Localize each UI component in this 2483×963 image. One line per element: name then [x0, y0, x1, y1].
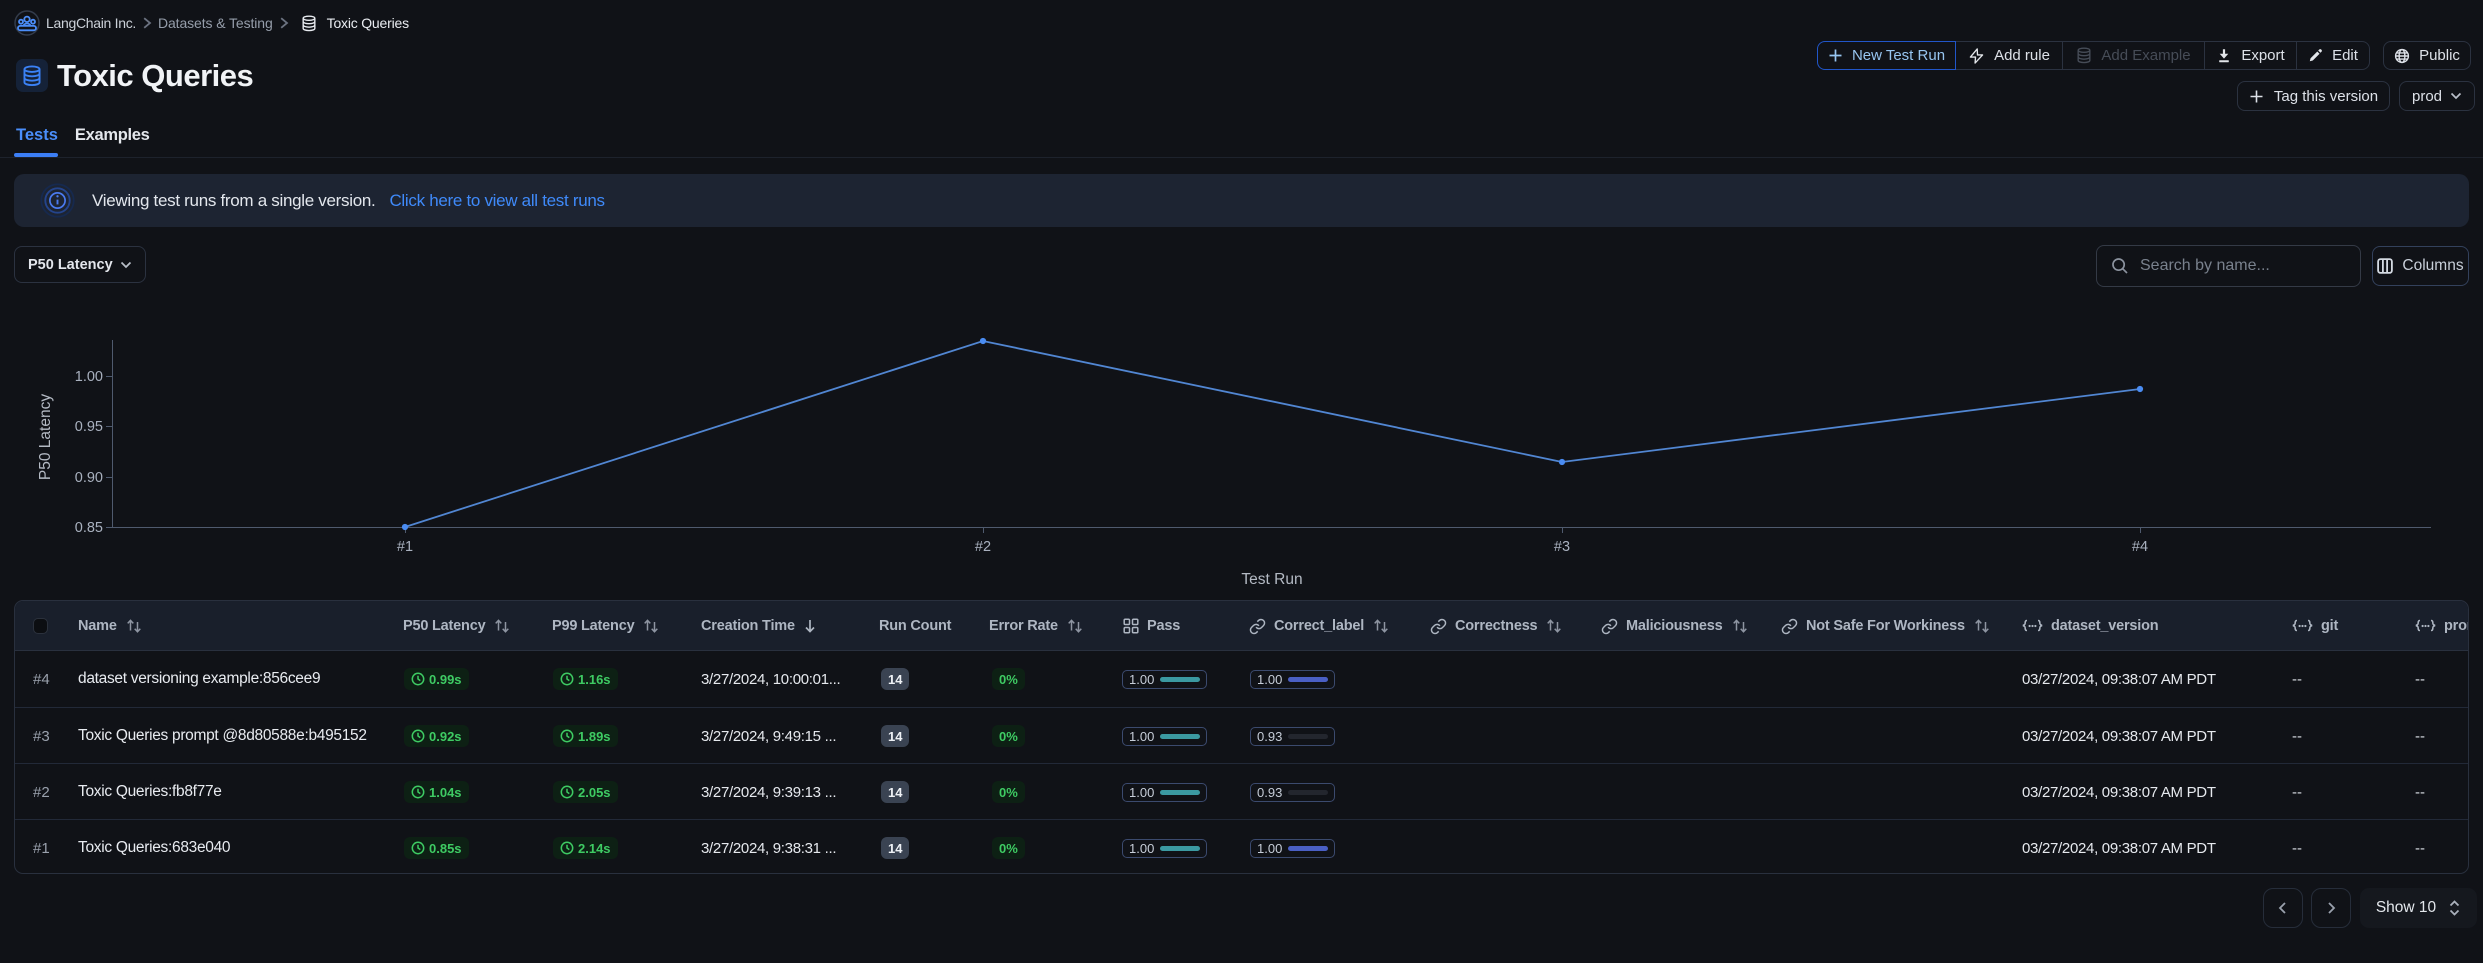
svg-text:#3: #3 [1554, 539, 1570, 555]
svg-text:0.85: 0.85 [75, 520, 103, 536]
svg-text:#1: #1 [397, 539, 413, 555]
svg-text:0.90: 0.90 [75, 470, 103, 486]
svg-text:0.95: 0.95 [75, 419, 103, 435]
svg-text:P50 Latency: P50 Latency [37, 394, 54, 480]
svg-text:1.00: 1.00 [75, 369, 103, 385]
svg-text:Test Run: Test Run [1241, 571, 1302, 588]
svg-text:#4: #4 [2132, 539, 2148, 555]
svg-text:#2: #2 [975, 539, 991, 555]
